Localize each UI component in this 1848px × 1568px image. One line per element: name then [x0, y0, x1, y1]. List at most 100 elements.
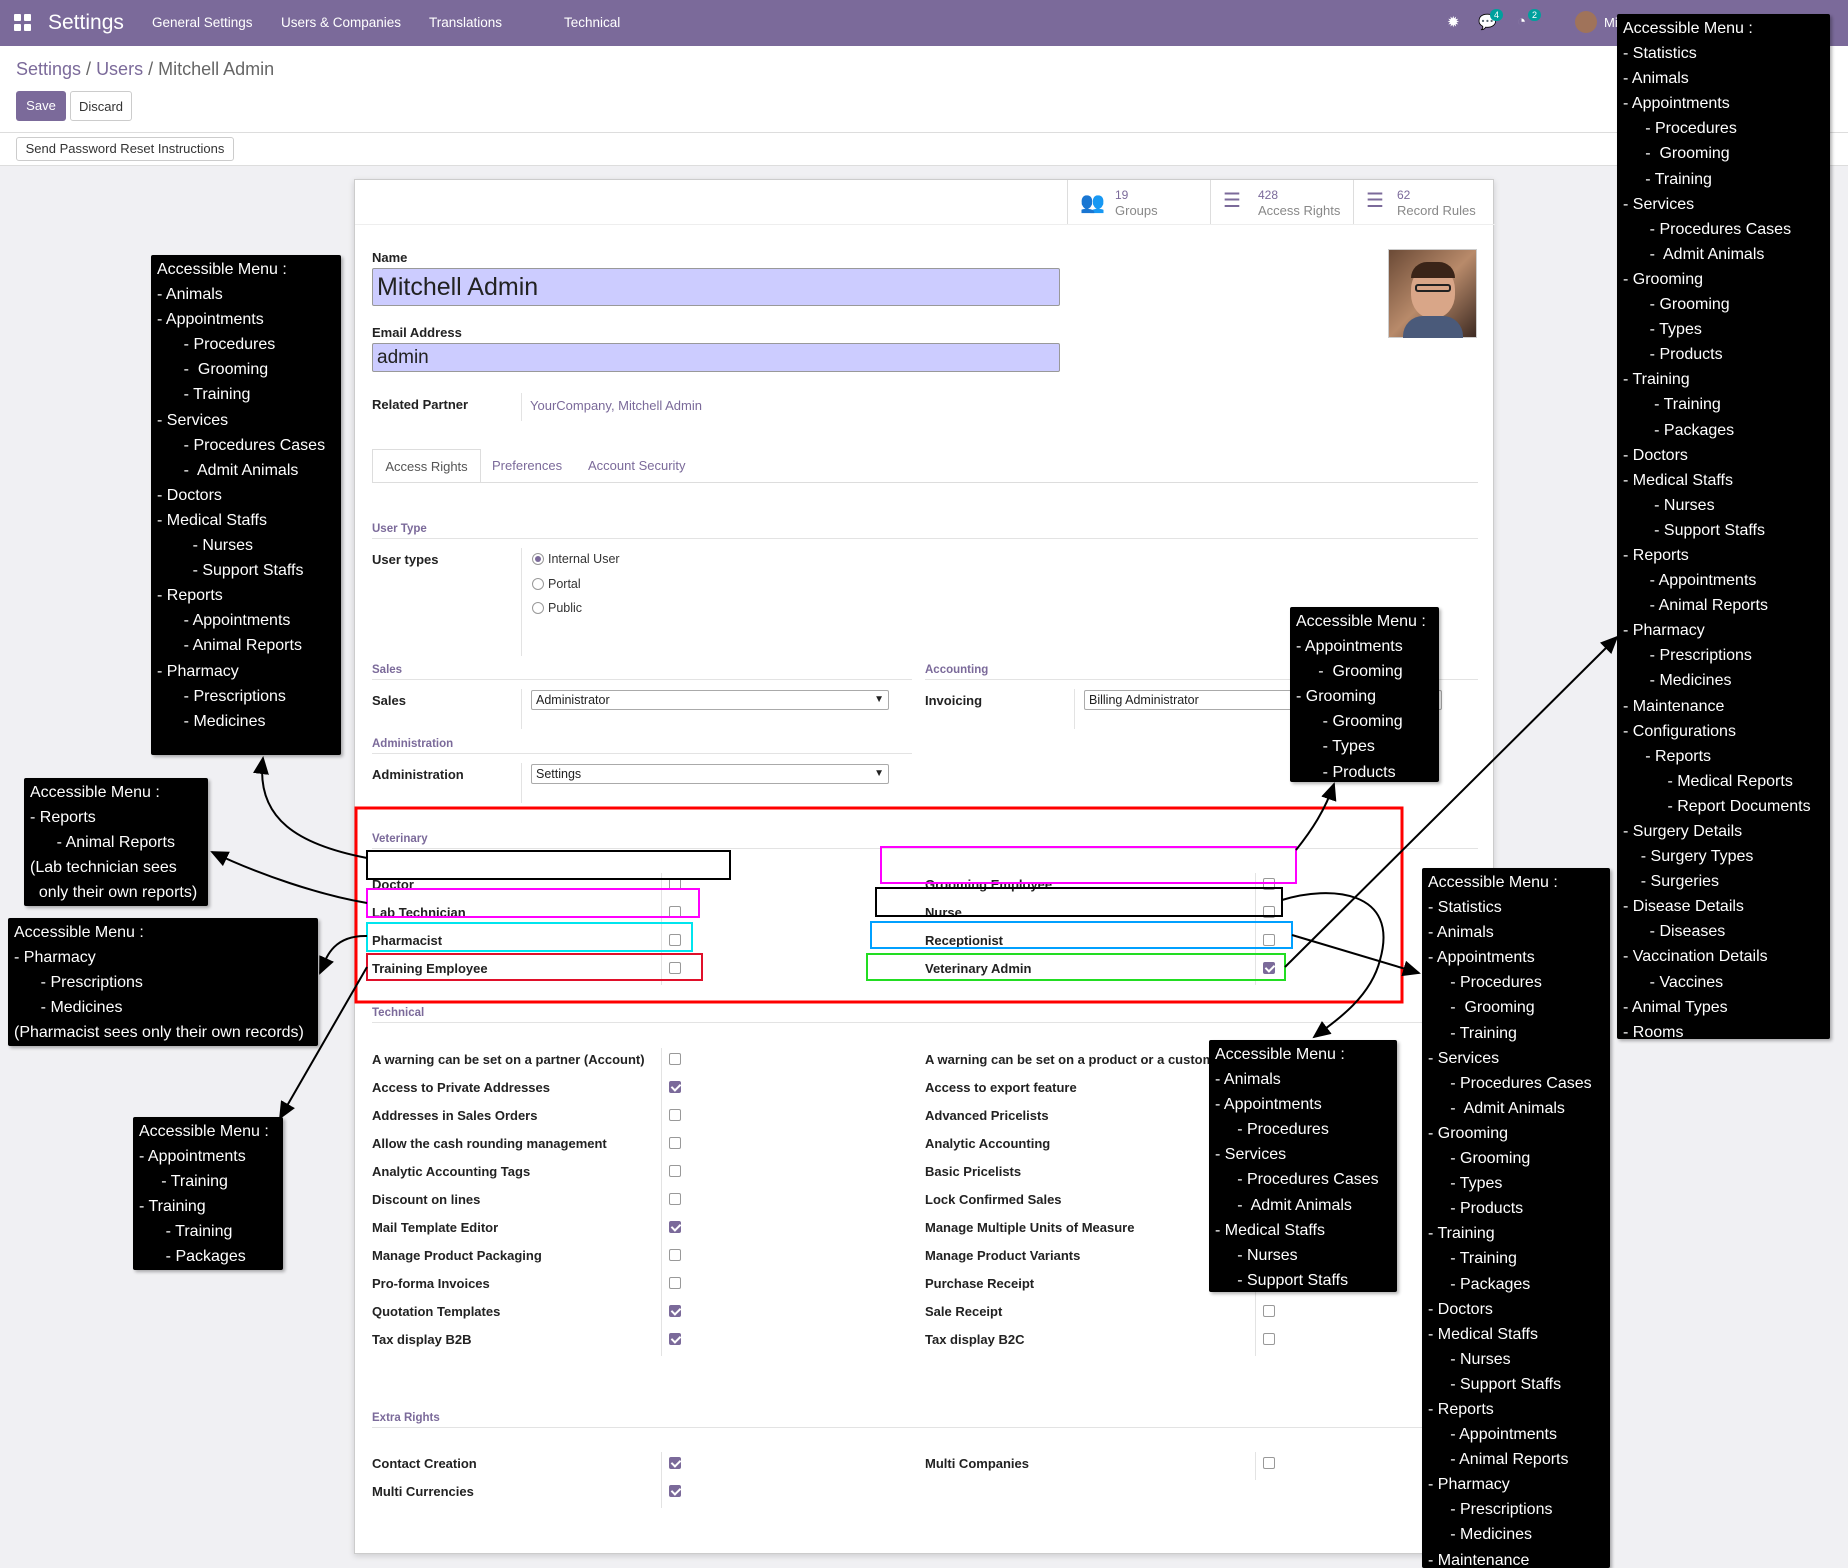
receptionist-annotation-line: - Prescriptions	[1428, 1501, 1553, 1519]
doctor-annotation-line: - Doctors	[157, 486, 222, 504]
grooming-annotation-line: - Grooming	[1296, 688, 1377, 706]
nurse-annotation-line: - Nurses	[1215, 1246, 1298, 1264]
lab-annotation-line: (Lab technician sees	[30, 859, 177, 877]
nurse-annotation-line: - Services	[1215, 1146, 1287, 1164]
receptionist-annotation-line: - Types	[1428, 1175, 1503, 1193]
nurse-annotation-line: - Procedures	[1215, 1121, 1329, 1139]
admin-annotation-line: - Packages	[1623, 421, 1735, 439]
lab-annotation-line: only their own reports)	[30, 884, 198, 902]
receptionist-annotation-line: - Grooming	[1428, 1150, 1531, 1168]
receptionist-annotation-line: - Support Staffs	[1428, 1375, 1562, 1393]
grooming-annotation-line: - Grooming	[1296, 663, 1403, 681]
receptionist-annotation-line: - Maintenance	[1428, 1551, 1530, 1568]
training-menu-annotation: Accessible Menu : - Appointments - Traini…	[133, 1117, 283, 1270]
admin-annotation-line: Accessible Menu :	[1623, 20, 1753, 37]
grooming-arrow	[1295, 782, 1337, 851]
training-annotation-line: - Training	[139, 1223, 233, 1241]
nurse-annotation-line: - Support Staffs	[1215, 1271, 1349, 1289]
doctor-annotation-line: - Appointments	[157, 311, 264, 329]
lab-technician-highlight	[366, 888, 700, 918]
receptionist-annotation-line: - Pharmacy	[1428, 1476, 1510, 1494]
grooming-annotation-line: Accessible Menu :	[1296, 613, 1426, 630]
admin-annotation-line: - Animal Reports	[1623, 597, 1768, 615]
admin-annotation-line: - Training	[1623, 170, 1712, 188]
grooming-annotation-line: - Grooming	[1296, 713, 1403, 731]
lab-annotation-line: - Reports	[30, 809, 96, 827]
receptionist-annotation-line: - Grooming	[1428, 999, 1535, 1017]
admin-annotation-line: - Medical Staffs	[1623, 471, 1733, 489]
pharmacist-annotation-line: - Pharmacy	[14, 949, 96, 967]
admin-annotation-line: - Animal Types	[1623, 998, 1728, 1016]
admin-menu-annotation: Accessible Menu : - Statistics - Animals - …	[1617, 14, 1830, 1041]
receptionist-annotation-line: - Grooming	[1428, 1124, 1509, 1142]
doctor-annotation-line: - Animals	[157, 286, 223, 304]
receptionist-highlight	[870, 921, 1293, 949]
lab-arrow	[210, 851, 368, 904]
nurse-highlight	[875, 887, 1283, 917]
receptionist-annotation-line: - Medicines	[1428, 1526, 1533, 1544]
nurse-annotation-line: - Medical Staffs	[1215, 1221, 1325, 1239]
admin-annotation-line: - Procedures Cases	[1623, 220, 1792, 238]
pharmacist-highlight	[366, 922, 693, 952]
doctor-highlight	[366, 850, 731, 880]
training-annotation-line: Accessible Menu :	[139, 1123, 269, 1140]
admin-annotation-line: - Statistics	[1623, 45, 1697, 63]
training-annotation-line: - Training	[139, 1198, 206, 1216]
doctor-annotation-line: Accessible Menu :	[157, 261, 287, 278]
admin-annotation-line: - Services	[1623, 195, 1695, 213]
receptionist-annotation-line: - Nurses	[1428, 1350, 1511, 1368]
pharmacist-annotation-line: - Prescriptions	[14, 974, 143, 992]
grooming-employee-highlight	[880, 846, 1297, 884]
admin-annotation-line: - Doctors	[1623, 446, 1688, 464]
admin-annotation-line: - Vaccination Details	[1623, 948, 1768, 966]
admin-annotation-line: - Configurations	[1623, 722, 1736, 740]
doctor-annotation-line: - Medical Staffs	[157, 511, 267, 529]
doctor-annotation-line: - Animal Reports	[157, 637, 302, 655]
receptionist-annotation-line: - Animals	[1428, 924, 1494, 942]
receptionist-annotation-line: - Statistics	[1428, 899, 1502, 917]
doctor-annotation-line: - Prescriptions	[157, 687, 286, 705]
receptionist-annotation-line: - Procedures Cases	[1428, 1074, 1592, 1092]
nurse-annotation-line: - Appointments	[1215, 1096, 1322, 1114]
lab-annotation-line: Accessible Menu :	[30, 784, 160, 801]
receptionist-menu-annotation: Accessible Menu : - Statistics - Animals - …	[1422, 868, 1610, 1568]
doctor-annotation-line: - Reports	[157, 587, 223, 605]
admin-annotation-line: - Pharmacy	[1623, 622, 1705, 640]
receptionist-annotation-line: - Training	[1428, 1225, 1495, 1243]
admin-annotation-line: - Surgery Details	[1623, 823, 1743, 840]
doctor-annotation-line: - Nurses	[157, 537, 254, 555]
lab-annotation-line: - Animal Reports	[30, 834, 175, 852]
training-annotation-line: - Training	[139, 1173, 228, 1191]
receptionist-annotation-line: - Animal Reports	[1428, 1451, 1569, 1469]
receptionist-annotation-line: - Reports	[1428, 1400, 1494, 1418]
pharmacist-annotation-line: (Pharmacist sees only their own records)	[14, 1024, 304, 1042]
receptionist-annotation-line: - Appointments	[1428, 1426, 1557, 1444]
admin-annotation-line: - Maintenance	[1623, 697, 1725, 715]
receptionist-annotation-line: - Appointments	[1428, 949, 1535, 967]
admin-annotation-line: - Vaccines	[1623, 973, 1724, 991]
doctor-annotation-line: - Medicines	[157, 712, 266, 730]
pharmacist-annotation-line: - Medicines	[14, 999, 123, 1017]
pharmacist-arrow	[319, 934, 368, 975]
receptionist-annotation-line: - Doctors	[1428, 1300, 1493, 1318]
admin-annotation-line: - Medical Reports	[1623, 772, 1793, 790]
veterinary-highlight-box	[354, 806, 1404, 1004]
doctor-annotation-line: - Grooming	[157, 361, 269, 379]
doctor-annotation-line: - Pharmacy	[157, 662, 239, 680]
admin-annotation-line: - Support Staffs	[1623, 521, 1765, 539]
receptionist-annotation-line: Accessible Menu :	[1428, 874, 1558, 891]
admin-annotation-line: - Training	[1623, 371, 1690, 389]
training-annotation-line: - Appointments	[139, 1148, 246, 1166]
doctor-arrow	[253, 756, 368, 859]
nurse-annotation-line: Accessible Menu :	[1215, 1046, 1345, 1063]
grooming-annotation-line: - Products	[1296, 763, 1396, 781]
admin-annotation-line: - Animals	[1623, 70, 1689, 88]
admin-annotation-line: - Surgery Types	[1623, 848, 1754, 866]
receptionist-annotation-line: - Services	[1428, 1049, 1500, 1067]
receptionist-annotation-line: - Training	[1428, 1024, 1517, 1042]
doctor-menu-annotation: Accessible Menu : - Animals - Appointments…	[151, 255, 341, 755]
grooming-annotation-line: - Appointments	[1296, 638, 1403, 656]
pharmacist-menu-annotation: Accessible Menu : - Pharmacy - Prescripti…	[8, 918, 318, 1046]
doctor-annotation-line: - Training	[157, 386, 251, 404]
receptionist-annotation-line: - Products	[1428, 1200, 1524, 1218]
